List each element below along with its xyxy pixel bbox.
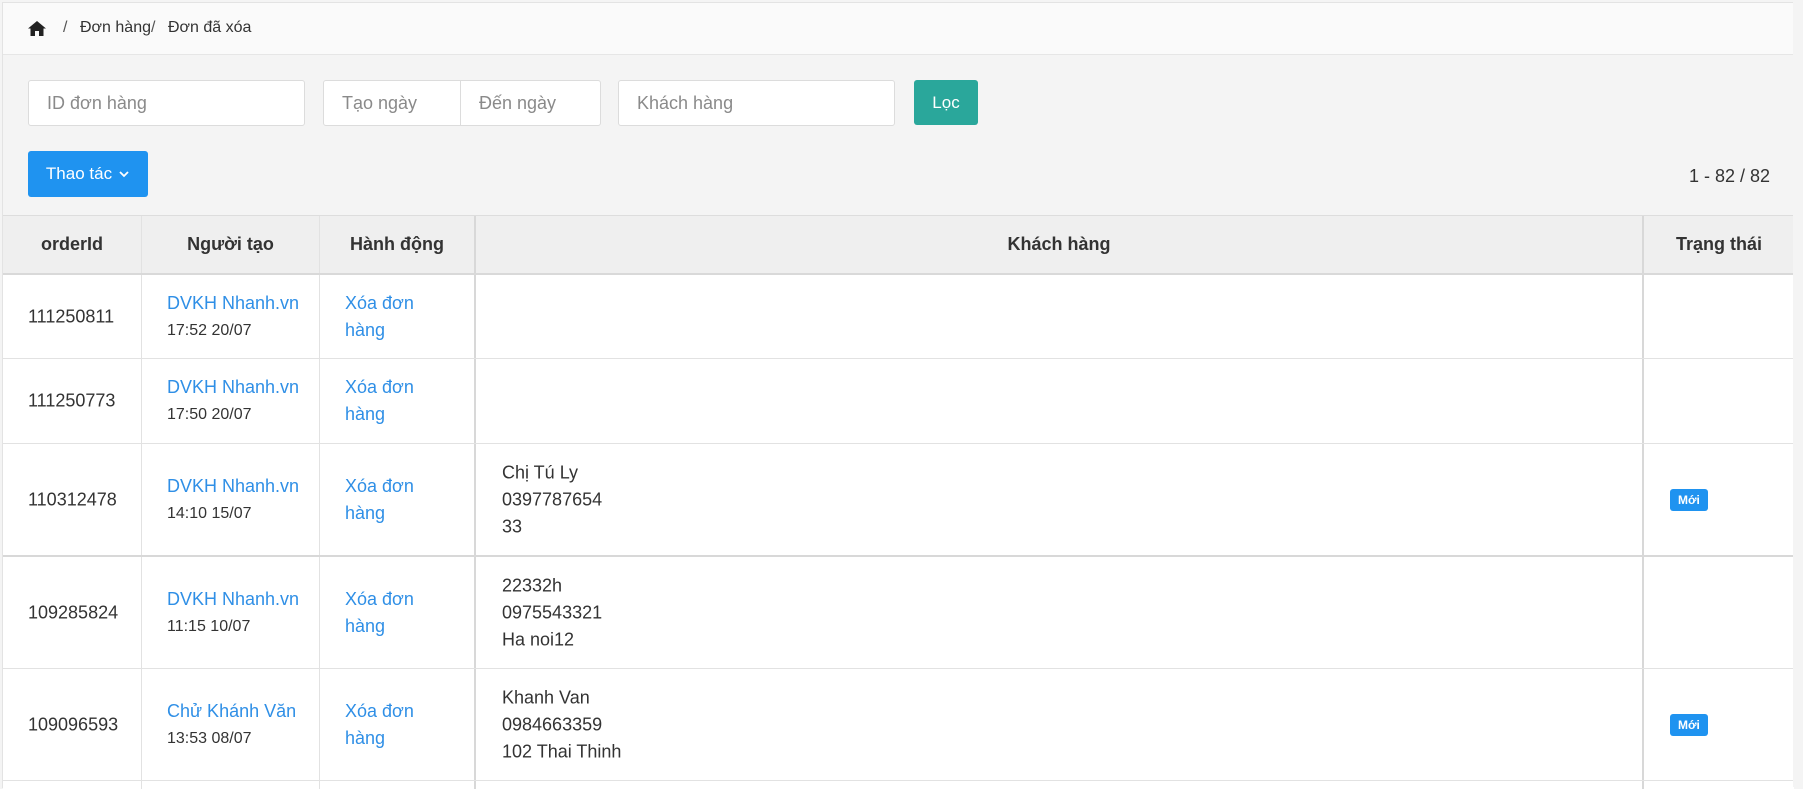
status-badge: Mới (1670, 713, 1708, 736)
created-time: 14:10 15/07 (167, 504, 252, 522)
creator-cell: DVKH Nhanh.vn 14:10 15/07 (167, 473, 299, 527)
creator-cell: DVKH Nhanh.vn 17:50 20/07 (167, 374, 299, 428)
customer-name: 22332h (502, 575, 563, 595)
table-row: 111250773 DVKH Nhanh.vn 17:50 20/07 Xóa … (3, 359, 1794, 444)
header-action[interactable]: Hành động (320, 216, 476, 273)
table-row: 111250811 DVKH Nhanh.vn 17:52 20/07 Xóa … (3, 275, 1794, 359)
header-customer[interactable]: Khách hàng (476, 216, 1644, 273)
created-time: 17:50 20/07 (167, 406, 252, 423)
customer-name: Chị Tú Ly (502, 462, 579, 482)
breadcrumb-item-deleted-orders: Đơn đã xóa (168, 19, 252, 36)
scrollbar-track[interactable] (1793, 0, 1803, 787)
customer-input[interactable] (618, 80, 895, 126)
customer-name: Khanh Van (502, 687, 590, 707)
order-id: 111250773 (28, 390, 116, 411)
customer-address: Ha noi12 (502, 629, 575, 649)
creator-cell: Chử Khánh Văn 13:53 08/07 (167, 698, 296, 752)
breadcrumb-separator: / (151, 19, 156, 36)
actions-dropdown-button[interactable]: Thao tác (28, 151, 148, 197)
date-from-input[interactable] (323, 80, 461, 126)
breadcrumb: / Đơn hàng / Đơn đã xóa (3, 3, 1794, 55)
delete-order-link[interactable]: Xóa đơn hàng (345, 586, 445, 640)
header-order-id[interactable]: orderId (3, 216, 142, 273)
breadcrumb-item-orders[interactable]: Đơn hàng (80, 19, 151, 37)
table-row: 110312478 DVKH Nhanh.vn 14:10 15/07 Xóa … (3, 444, 1794, 557)
created-time: 11:15 10/07 (167, 617, 251, 635)
customer-info: Khanh Van 0984663359 102 Thai Thinh (502, 684, 621, 765)
delete-order-link[interactable]: Xóa đơn hàng (345, 290, 445, 344)
creator-cell: DVKH Nhanh.vn 11:15 10/07 (167, 586, 299, 640)
creator-link[interactable]: Chử Khánh Văn (167, 698, 296, 725)
customer-address: 33 (502, 516, 523, 536)
actions-button-label: Thao tác (45, 164, 113, 183)
home-icon[interactable] (28, 21, 46, 36)
customer-phone: 0397787654 (502, 489, 603, 509)
header-creator[interactable]: Người tạo (142, 216, 320, 273)
customer-address: 102 Thai Thinh (502, 741, 622, 761)
creator-link[interactable]: DVKH Nhanh.vn (167, 374, 299, 401)
chevron-down-icon (119, 171, 129, 178)
table-row (3, 781, 1794, 789)
table-header-row: orderId Người tạo Hành động Khách hàng T… (3, 216, 1794, 275)
order-id: 111250811 (28, 306, 115, 326)
delete-order-link[interactable]: Xóa đơn hàng (345, 698, 445, 752)
customer-info: Chị Tú Ly 0397787654 33 (502, 459, 602, 540)
created-time: 17:52 20/07 (167, 321, 252, 339)
table-row: 109096593 Chử Khánh Văn 13:53 08/07 Xóa … (3, 669, 1794, 781)
creator-cell: DVKH Nhanh.vn 17:52 20/07 (167, 290, 299, 344)
page-frame: / Đơn hàng / Đơn đã xóa Lọc Thao tác 1 -… (2, 2, 1794, 789)
filter-button[interactable]: Lọc (914, 80, 978, 125)
order-id: 109285824 (28, 602, 119, 622)
header-status[interactable]: Trạng thái (1644, 216, 1794, 273)
date-to-input[interactable] (460, 80, 601, 126)
status-badge: Mới (1670, 488, 1708, 511)
created-time: 13:53 08/07 (167, 729, 252, 747)
customer-info: 22332h 0975543321 Ha noi12 (502, 572, 602, 653)
order-id: 109096593 (28, 714, 119, 734)
delete-order-link[interactable]: Xóa đơn hàng (345, 374, 445, 428)
breadcrumb-separator: / (63, 19, 68, 36)
creator-link[interactable]: DVKH Nhanh.vn (167, 473, 299, 500)
creator-link[interactable]: DVKH Nhanh.vn (167, 290, 299, 317)
pagination-info: 1 - 82 / 82 (1688, 166, 1770, 186)
delete-order-link[interactable]: Xóa đơn hàng (345, 473, 445, 527)
table-row: 109285824 DVKH Nhanh.vn 11:15 10/07 Xóa … (3, 557, 1794, 669)
creator-link[interactable]: DVKH Nhanh.vn (167, 586, 299, 613)
orders-table: orderId Người tạo Hành động Khách hàng T… (3, 215, 1794, 789)
customer-phone: 0984663359 (502, 714, 603, 734)
order-id-input[interactable] (28, 80, 305, 126)
order-id: 110312478 (28, 489, 117, 509)
customer-phone: 0975543321 (502, 602, 603, 622)
